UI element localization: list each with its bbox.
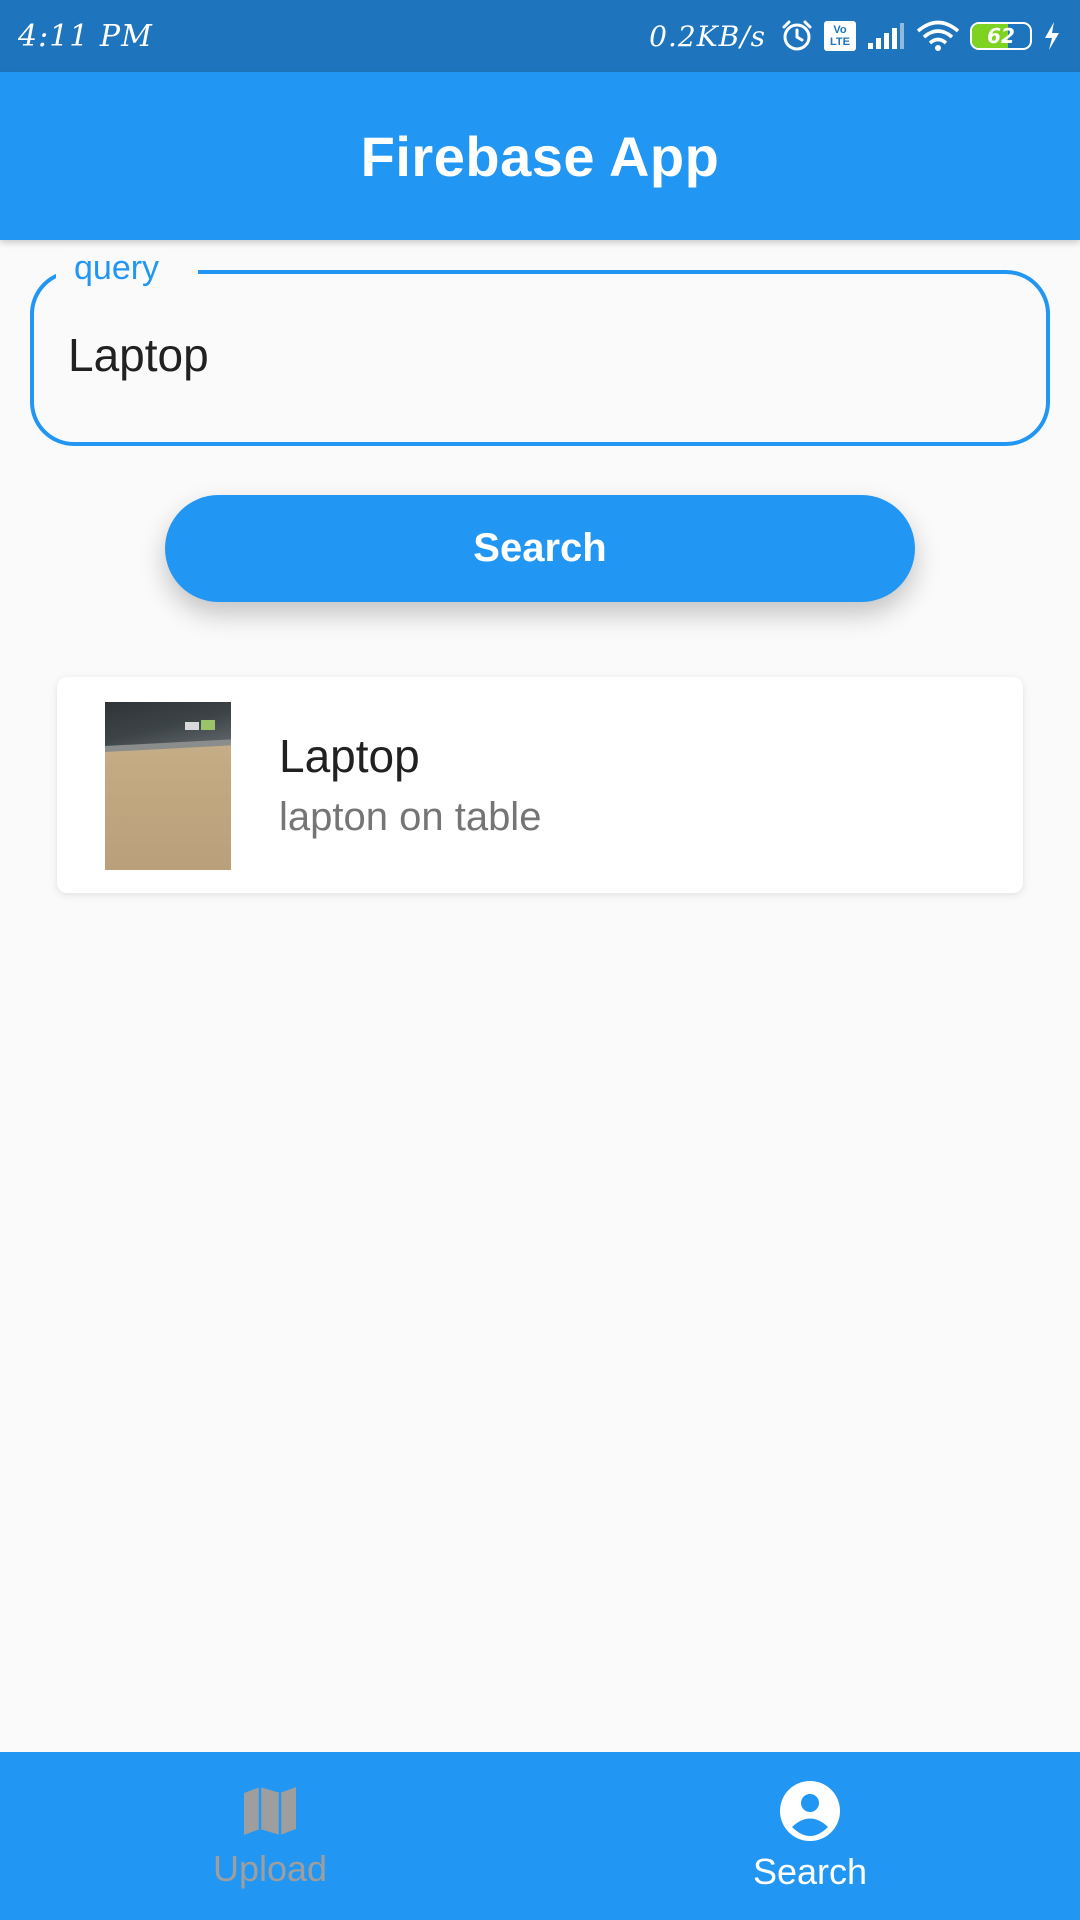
map-icon (242, 1783, 298, 1844)
app-bar: Firebase App (0, 72, 1080, 240)
thumbnail-sticker (185, 722, 199, 730)
result-subtitle: lapton on table (279, 795, 542, 839)
nav-item-search[interactable]: Search (540, 1752, 1080, 1920)
wifi-icon (916, 20, 960, 52)
nav-label-upload: Upload (212, 1847, 328, 1889)
app-title: Firebase App (360, 124, 720, 188)
search-button[interactable]: Search (165, 495, 915, 602)
nav-label-search: Search (752, 1850, 868, 1892)
account-circle-icon (779, 1780, 841, 1847)
battery-level: 62 (987, 24, 1015, 48)
query-value[interactable]: Laptop (68, 328, 209, 382)
volte-top-text: Vo (833, 24, 847, 36)
status-time: 4:11 PM (18, 18, 153, 54)
status-bar: 4:11 PM 0.2KB/s Vo LTE 62 (0, 0, 1080, 72)
network-speed: 0.2KB/s (649, 19, 766, 53)
volte-bottom-text: LTE (830, 36, 850, 48)
battery-icon: 62 (970, 22, 1032, 50)
thumbnail-sticker-green (201, 720, 215, 730)
query-label: query (70, 248, 164, 288)
bottom-navigation: Upload Search (0, 1752, 1080, 1920)
signal-icon (866, 21, 906, 51)
alarm-icon (780, 19, 814, 53)
volte-icon: Vo LTE (824, 21, 856, 51)
result-card[interactable]: Laptop lapton on table (57, 677, 1023, 893)
nav-item-upload[interactable]: Upload (0, 1752, 540, 1920)
result-title: Laptop (279, 730, 420, 782)
result-thumbnail (105, 702, 231, 870)
status-icons: 0.2KB/s Vo LTE 62 (649, 19, 1062, 53)
query-input[interactable]: query Laptop (30, 248, 1050, 446)
charging-icon (1042, 21, 1062, 51)
